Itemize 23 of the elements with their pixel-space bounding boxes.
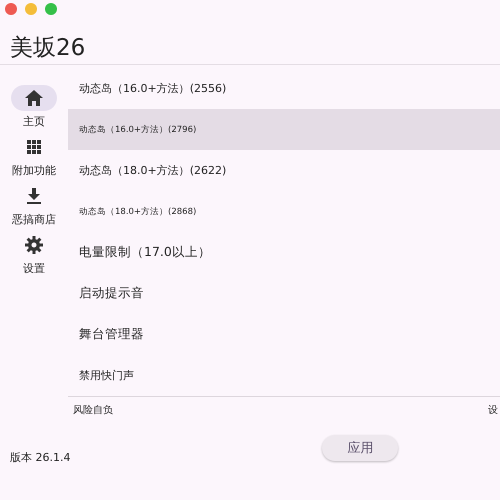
list-item[interactable]: 动态岛（16.0+方法）(2796)	[68, 109, 500, 150]
download-icon	[27, 188, 41, 204]
nav-item[interactable]: 附加功能	[11, 134, 57, 178]
grid-icon	[27, 140, 41, 154]
list-item[interactable]: 舞台管理器	[68, 314, 500, 355]
list-item[interactable]: 动态岛（16.0+方法）(2556)	[68, 68, 500, 109]
list-item[interactable]: 动态岛（18.0+方法）(2868)	[68, 191, 500, 232]
nav-item[interactable]: 设置	[11, 232, 57, 276]
nav-item[interactable]: 恶搞商店	[11, 183, 57, 227]
list-item[interactable]: 启动提示音	[68, 273, 500, 314]
window-title: 美坂26	[0, 18, 500, 65]
list-item[interactable]: 电量限制（17.0以上）	[68, 232, 500, 273]
list-item[interactable]: 动态岛（18.0+方法）(2622)	[68, 150, 500, 191]
apply-button[interactable]: 应用	[322, 435, 398, 461]
device-label: 设	[488, 404, 498, 417]
minimize-icon[interactable]	[25, 3, 37, 15]
close-icon[interactable]	[5, 3, 17, 15]
home-icon	[25, 90, 43, 106]
zoom-icon[interactable]	[45, 3, 57, 15]
risk-note: 风险自负	[73, 404, 113, 417]
version-label: 版本 26.1.4	[10, 450, 70, 464]
settings-icon	[25, 236, 43, 254]
list-item[interactable]: 禁用快门声	[68, 355, 500, 396]
